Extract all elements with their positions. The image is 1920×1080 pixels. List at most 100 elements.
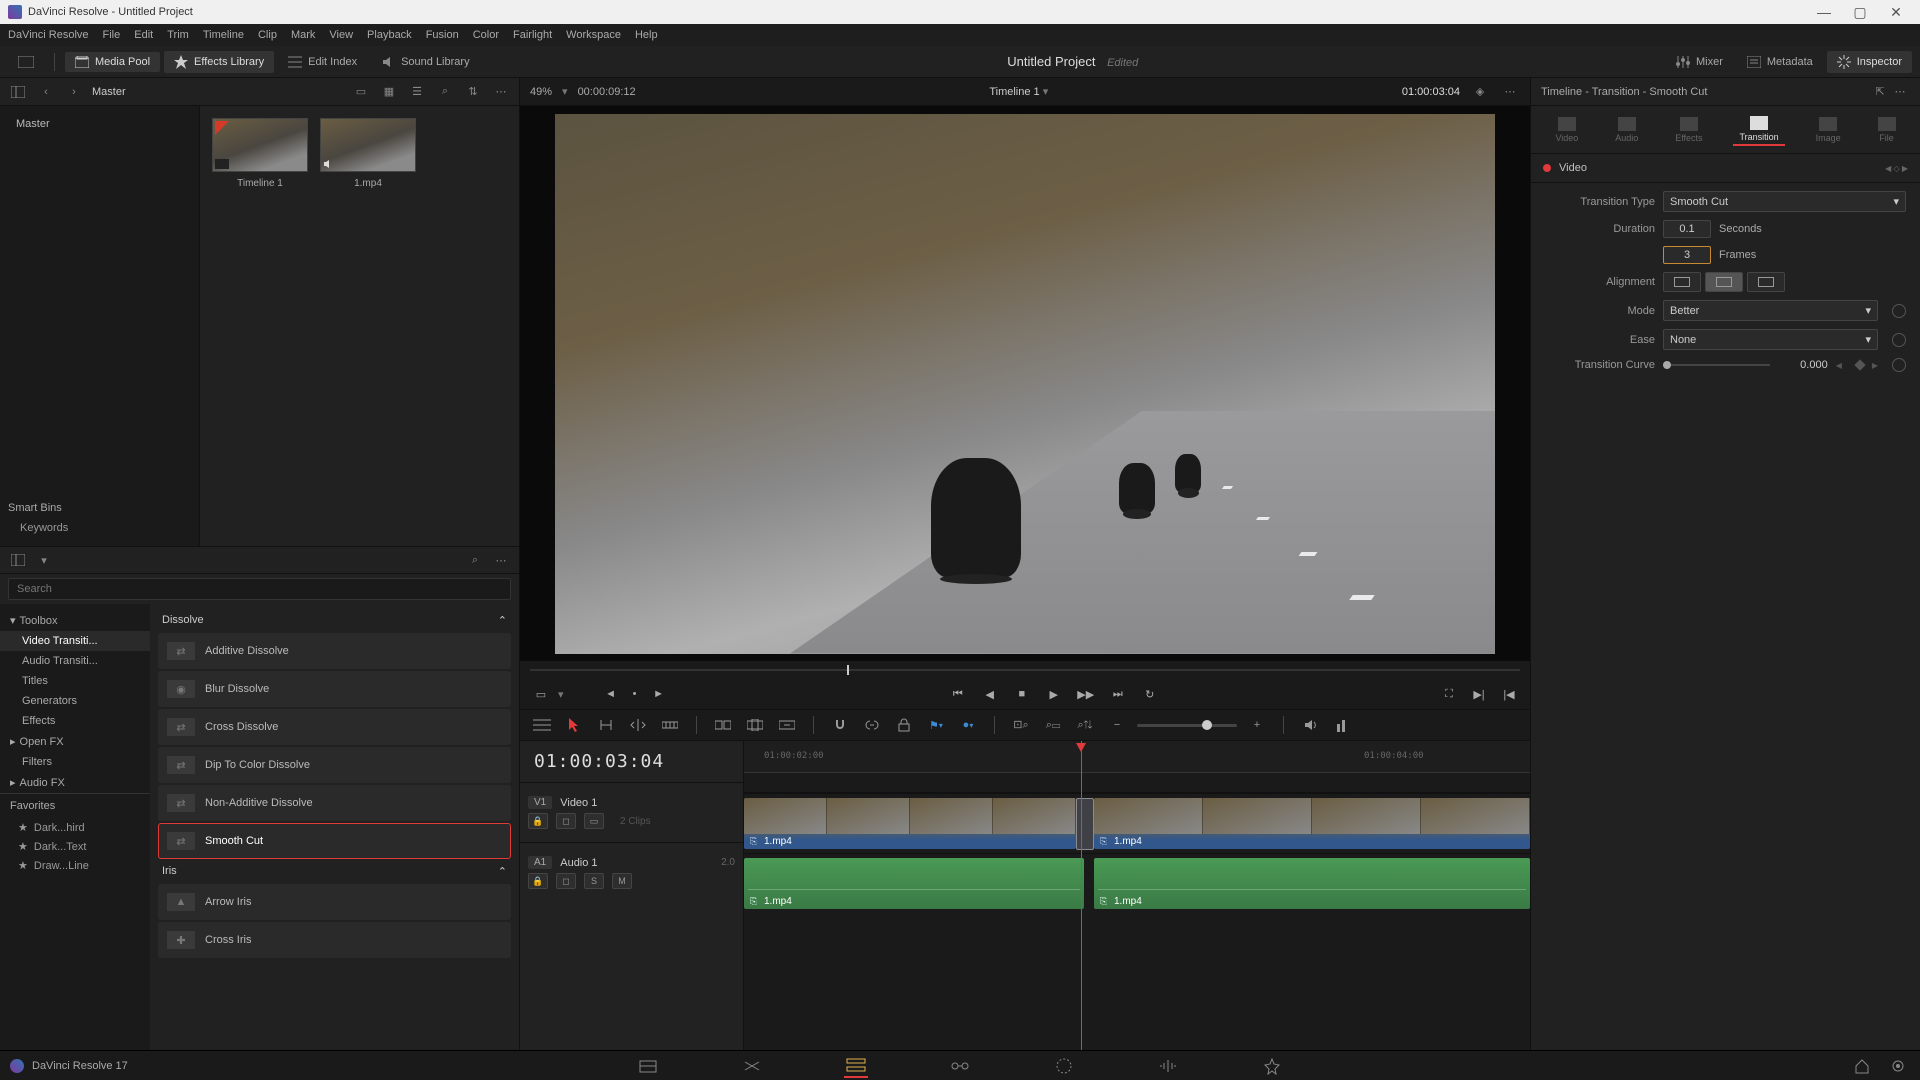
bin-list-toggle[interactable]	[8, 82, 28, 102]
list-view-icon[interactable]: ☰	[407, 82, 427, 102]
zoom-slider[interactable]	[1137, 724, 1237, 727]
tab-file[interactable]: File	[1872, 115, 1902, 145]
thumb-view-icon[interactable]: ▦	[379, 82, 399, 102]
fx-blur-dissolve[interactable]: ◉Blur Dissolve	[158, 671, 511, 707]
search-toggle[interactable]: ⌕	[435, 82, 455, 102]
viewer-options-icon[interactable]: ⋯	[1500, 82, 1520, 102]
video-clip-1[interactable]: ⎘ 1.mp4	[744, 798, 1076, 849]
loop-button[interactable]: ↻	[1139, 683, 1161, 705]
menu-davinci[interactable]: DaVinci Resolve	[8, 29, 89, 41]
duration-seconds-input[interactable]	[1663, 220, 1711, 238]
sort-icon[interactable]: ⇅	[463, 82, 483, 102]
auto-select-button[interactable]: ◻	[556, 813, 576, 829]
bin-path[interactable]: Master	[92, 86, 126, 98]
fx-cross-dissolve[interactable]: ⇄Cross Dissolve	[158, 709, 511, 745]
track-header-a1[interactable]: A1 Audio 1 2.0 🔒 ◻ S M	[520, 842, 743, 902]
page-color[interactable]	[1052, 1054, 1076, 1078]
mixer-button[interactable]: Mixer	[1666, 52, 1733, 72]
inspector-options-icon[interactable]: ⋯	[1890, 82, 1910, 102]
fx-search-icon[interactable]: ⌕	[465, 550, 485, 570]
fx-dip-to-color[interactable]: ⇄Dip To Color Dissolve	[158, 747, 511, 783]
mode-select[interactable]: Better▾	[1663, 300, 1878, 321]
tab-video[interactable]: Video	[1549, 115, 1584, 145]
group-dissolve[interactable]: Dissolve⌃	[158, 610, 511, 631]
page-deliver[interactable]	[1260, 1054, 1284, 1078]
clip-thumb-1mp4[interactable]: 1.mp4	[320, 118, 416, 189]
tree-filters[interactable]: Filters	[0, 752, 150, 772]
flag-button[interactable]: ⚑▾	[924, 713, 948, 737]
media-pool-button[interactable]: Media Pool	[65, 52, 160, 72]
align-end-button[interactable]	[1747, 272, 1785, 292]
prev-frame-button[interactable]: ◀	[979, 683, 1001, 705]
curve-slider[interactable]	[1663, 364, 1770, 366]
tab-effects[interactable]: Effects	[1669, 115, 1708, 145]
lock-toggle[interactable]	[892, 713, 916, 737]
overwrite-button[interactable]	[743, 713, 767, 737]
track-v1[interactable]: ⎘ 1.mp4 ⎘ 1.mp4	[744, 793, 1530, 853]
track-tag[interactable]: V1	[528, 796, 552, 809]
metadata-view-icon[interactable]: ▭	[351, 82, 371, 102]
next-frame-button[interactable]: ▶▶	[1075, 683, 1097, 705]
tree-toolbox[interactable]: ▾Toolbox	[0, 610, 150, 631]
effects-search-input[interactable]	[8, 578, 511, 600]
first-frame-button[interactable]: ⏮	[947, 683, 969, 705]
menu-help[interactable]: Help	[635, 29, 658, 41]
zoom-detail-button[interactable]: ⌕▭	[1041, 713, 1065, 737]
inspector-section-header[interactable]: Video ◀ ◇ ▶	[1531, 154, 1920, 183]
dynamic-trim-tool[interactable]	[626, 713, 650, 737]
page-cut[interactable]	[740, 1054, 764, 1078]
meters-button[interactable]	[1330, 713, 1354, 737]
group-iris[interactable]: Iris⌃	[158, 861, 511, 882]
maximize-button[interactable]: ▢	[1844, 2, 1876, 22]
lock-track-button[interactable]: 🔒	[528, 873, 548, 889]
solo-button[interactable]: S	[584, 873, 604, 889]
fav-item[interactable]: ★Dark...Text	[0, 837, 150, 856]
tree-openfx[interactable]: ▸Open FX	[0, 731, 150, 752]
ease-select[interactable]: None▾	[1663, 329, 1878, 350]
match-frame-button[interactable]: ▭	[530, 683, 552, 705]
sound-library-button[interactable]: Sound Library	[371, 51, 480, 73]
home-button[interactable]	[1850, 1054, 1874, 1078]
menu-workspace[interactable]: Workspace	[566, 29, 621, 41]
page-fusion[interactable]	[948, 1054, 972, 1078]
menu-color[interactable]: Color	[473, 29, 499, 41]
viewer-title[interactable]: Timeline 1	[989, 86, 1039, 98]
track-tag[interactable]: A1	[528, 856, 552, 869]
zoom-full-button[interactable]: ⊡⌕	[1009, 713, 1033, 737]
viewer-mode-icon[interactable]: ◈	[1470, 82, 1490, 102]
effects-library-button[interactable]: Effects Library	[164, 51, 274, 73]
reset-icon[interactable]	[1892, 333, 1906, 347]
play-button[interactable]: ▶	[1043, 683, 1065, 705]
zoom-custom-button[interactable]: ⌕⇅	[1073, 713, 1097, 737]
enable-dot-icon[interactable]	[1543, 164, 1551, 172]
smart-bin-keywords[interactable]: Keywords	[8, 518, 191, 538]
menu-trim[interactable]: Trim	[167, 29, 189, 41]
audio-clip-1[interactable]: ⎘ 1.mp4	[744, 858, 1084, 909]
zoom-in-button[interactable]: +	[1245, 713, 1269, 737]
page-edit[interactable]	[844, 1054, 868, 1078]
auto-select-button[interactable]: ◻	[556, 873, 576, 889]
viewer-canvas[interactable]	[520, 106, 1530, 661]
layout-button[interactable]	[8, 52, 44, 72]
menu-view[interactable]: View	[329, 29, 353, 41]
tree-video-transitions[interactable]: Video Transiti...	[0, 631, 150, 651]
menu-fairlight[interactable]: Fairlight	[513, 29, 552, 41]
fullscreen-button[interactable]: ⛶	[1438, 683, 1460, 705]
tab-audio[interactable]: Audio	[1609, 115, 1644, 145]
link-toggle[interactable]	[860, 713, 884, 737]
next-edit-button[interactable]: ▶|	[1468, 683, 1490, 705]
viewer-scrubber[interactable]	[530, 663, 1520, 677]
menu-playback[interactable]: Playback	[367, 29, 412, 41]
tree-titles[interactable]: Titles	[0, 671, 150, 691]
metadata-button[interactable]: Metadata	[1737, 52, 1823, 72]
snap-toggle[interactable]	[828, 713, 852, 737]
close-button[interactable]: ✕	[1880, 2, 1912, 22]
expand-inspector-button[interactable]: ⇱	[1870, 82, 1890, 102]
jog-fwd[interactable]: ►	[648, 683, 670, 705]
fx-cross-iris[interactable]: ✚Cross Iris	[158, 922, 511, 958]
curve-value[interactable]: 0.000	[1778, 359, 1828, 371]
minimize-button[interactable]: —	[1808, 2, 1840, 22]
last-frame-button[interactable]: ⏭	[1107, 683, 1129, 705]
project-settings-button[interactable]	[1886, 1054, 1910, 1078]
stop-button[interactable]: ■	[1011, 683, 1033, 705]
